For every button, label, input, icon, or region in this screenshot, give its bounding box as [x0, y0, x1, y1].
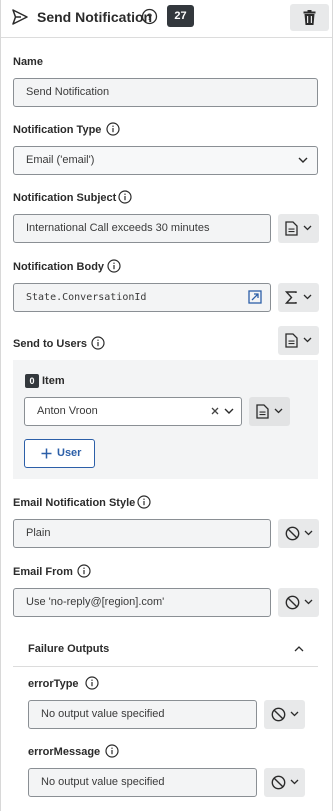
item-count-badge: 0 [25, 374, 39, 388]
chevron-down-icon [290, 779, 299, 785]
no-value-icon [285, 526, 300, 541]
item-label: Item [42, 375, 65, 387]
notification-type-select[interactable]: Email ('email') [13, 146, 318, 175]
info-icon[interactable] [91, 336, 105, 350]
notification-body-input[interactable]: State.ConversationId [13, 283, 271, 312]
chevron-down-icon [298, 157, 308, 163]
user-mode-button[interactable] [249, 397, 290, 426]
chevron-down-icon [303, 337, 312, 343]
svg-text:?: ? [147, 12, 153, 22]
notification-body-label: Notification Body [13, 261, 105, 273]
chevron-down-icon [303, 294, 312, 300]
error-type-input[interactable]: No output value specified [28, 700, 257, 729]
clear-icon[interactable] [211, 407, 219, 415]
no-value-icon [271, 775, 286, 790]
help-icon[interactable]: ? [141, 8, 158, 25]
info-icon[interactable] [107, 259, 121, 273]
delete-button[interactable] [290, 4, 329, 31]
notification-subject-input[interactable]: International Call exceeds 30 minutes [13, 214, 271, 243]
error-message-label: errorMessage [28, 746, 101, 758]
info-icon[interactable] [85, 676, 99, 690]
chevron-up-icon[interactable] [294, 645, 304, 652]
document-icon [285, 333, 298, 348]
no-value-icon [271, 707, 286, 722]
subject-literal-mode-button[interactable] [278, 214, 319, 243]
email-style-label: Email Notification Style [13, 497, 136, 509]
document-icon [285, 221, 298, 236]
plus-icon [41, 448, 52, 459]
chevron-down-icon [274, 408, 283, 414]
document-icon [256, 404, 269, 419]
panel-title: Send Notification [37, 9, 153, 25]
email-from-label: Email From [13, 566, 73, 578]
no-value-icon [285, 595, 300, 610]
send-notification-panel: Send Notification ? 27 Name Send Notific… [0, 0, 333, 811]
error-message-input[interactable]: No output value specified [28, 768, 257, 797]
info-icon[interactable] [137, 495, 151, 509]
email-from-input[interactable]: Use 'no-reply@[region].com' [13, 588, 271, 617]
chevron-down-icon [224, 408, 234, 414]
chevron-down-icon [304, 599, 313, 605]
send-to-users-mode-button[interactable] [278, 326, 319, 355]
name-label: Name [13, 56, 43, 68]
info-icon[interactable] [118, 190, 132, 204]
failure-outputs-header[interactable]: Failure Outputs [13, 630, 318, 667]
email-from-mode-button[interactable] [278, 588, 319, 617]
add-user-label: User [57, 447, 82, 459]
trash-icon [303, 10, 316, 25]
info-icon[interactable] [105, 744, 119, 758]
email-style-input[interactable]: Plain [13, 519, 271, 548]
panel-header: Send Notification ? 27 [1, 0, 332, 38]
chevron-down-icon [290, 711, 299, 717]
chevron-down-icon [304, 530, 313, 536]
failure-outputs-title: Failure Outputs [28, 643, 110, 655]
send-to-users-label: Send to Users [13, 338, 87, 350]
users-list-section: 0 Item Anton Vroon User [13, 360, 318, 479]
send-icon [12, 9, 28, 25]
expand-icon[interactable] [248, 290, 262, 304]
step-number-badge: 27 [167, 5, 194, 27]
notification-type-value: Email ('email') [26, 154, 95, 166]
name-input[interactable]: Send Notification [13, 78, 318, 107]
error-type-label: errorType [28, 678, 79, 690]
notification-type-label: Notification Type [13, 124, 102, 136]
email-style-mode-button[interactable] [278, 519, 319, 548]
info-icon[interactable] [106, 122, 120, 136]
sigma-icon [285, 291, 297, 304]
add-user-button[interactable]: User [24, 439, 95, 468]
body-expression-mode-button[interactable] [278, 283, 319, 312]
error-type-mode-button[interactable] [264, 700, 305, 729]
info-icon[interactable] [77, 564, 91, 578]
notification-subject-label: Notification Subject [13, 192, 117, 204]
notification-body-value: State.ConversationId [26, 292, 147, 303]
error-message-mode-button[interactable] [264, 768, 305, 797]
user-select[interactable]: Anton Vroon [24, 397, 242, 426]
user-select-value: Anton Vroon [37, 405, 98, 417]
chevron-down-icon [303, 225, 312, 231]
